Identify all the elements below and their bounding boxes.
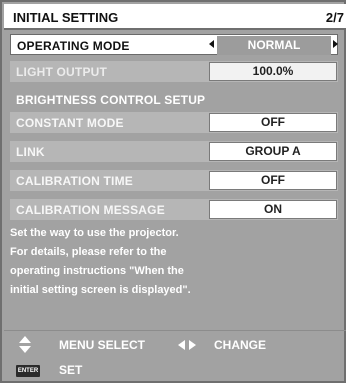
link-value[interactable]: GROUP A <box>209 142 337 161</box>
brightness-control-section: BRIGHTNESS CONTROL SETUP <box>10 89 338 110</box>
footer-divider <box>4 330 346 331</box>
constant-mode-label: CONSTANT MODE <box>16 116 124 130</box>
description-line: operating instructions "When the <box>10 265 184 277</box>
link-row[interactable]: LINK GROUP A <box>10 141 338 162</box>
help-description: Set the way to use the projector. For de… <box>10 224 330 300</box>
light-output-value[interactable]: 100.0% <box>209 62 337 81</box>
light-output-label: LIGHT OUTPUT <box>16 65 108 79</box>
left-right-arrows-icon <box>178 340 198 350</box>
light-output-row[interactable]: LIGHT OUTPUT 100.0% <box>10 61 338 82</box>
up-down-arrows-icon <box>19 336 31 354</box>
left-arrow-icon[interactable] <box>209 40 214 48</box>
menu-title: INITIAL SETTING <box>13 10 119 25</box>
operating-mode-row[interactable]: OPERATING MODE NORMAL <box>10 34 338 55</box>
link-label: LINK <box>16 145 45 159</box>
menu-select-hint: MENU SELECT <box>59 338 146 352</box>
description-line: initial setting screen is displayed". <box>10 284 191 296</box>
constant-mode-value[interactable]: OFF <box>209 113 337 132</box>
description-line: Set the way to use the projector. <box>10 227 179 239</box>
constant-mode-row[interactable]: CONSTANT MODE OFF <box>10 112 338 133</box>
change-hint: CHANGE <box>214 338 267 352</box>
calibration-time-value[interactable]: OFF <box>209 171 337 190</box>
calibration-message-row[interactable]: CALIBRATION MESSAGE ON <box>10 199 338 220</box>
calibration-time-row[interactable]: CALIBRATION TIME OFF <box>10 170 338 191</box>
right-arrow-icon[interactable] <box>333 40 338 48</box>
calibration-time-label: CALIBRATION TIME <box>16 174 133 188</box>
calibration-message-label: CALIBRATION MESSAGE <box>16 203 165 217</box>
page-indicator: 2/7 <box>325 10 344 25</box>
calibration-message-value[interactable]: ON <box>209 200 337 219</box>
operating-mode-label: OPERATING MODE <box>17 39 130 53</box>
title-bar: INITIAL SETTING 2/7 <box>4 4 346 30</box>
initial-setting-window: INITIAL SETTING 2/7 OPERATING MODE NORMA… <box>0 0 346 383</box>
brightness-section-label: BRIGHTNESS CONTROL SETUP <box>16 93 206 107</box>
operating-mode-value[interactable]: NORMAL <box>217 36 331 55</box>
description-line: For details, please refer to the <box>10 246 167 258</box>
set-hint: SET <box>59 363 83 377</box>
enter-key-icon: ENTER <box>16 365 40 377</box>
